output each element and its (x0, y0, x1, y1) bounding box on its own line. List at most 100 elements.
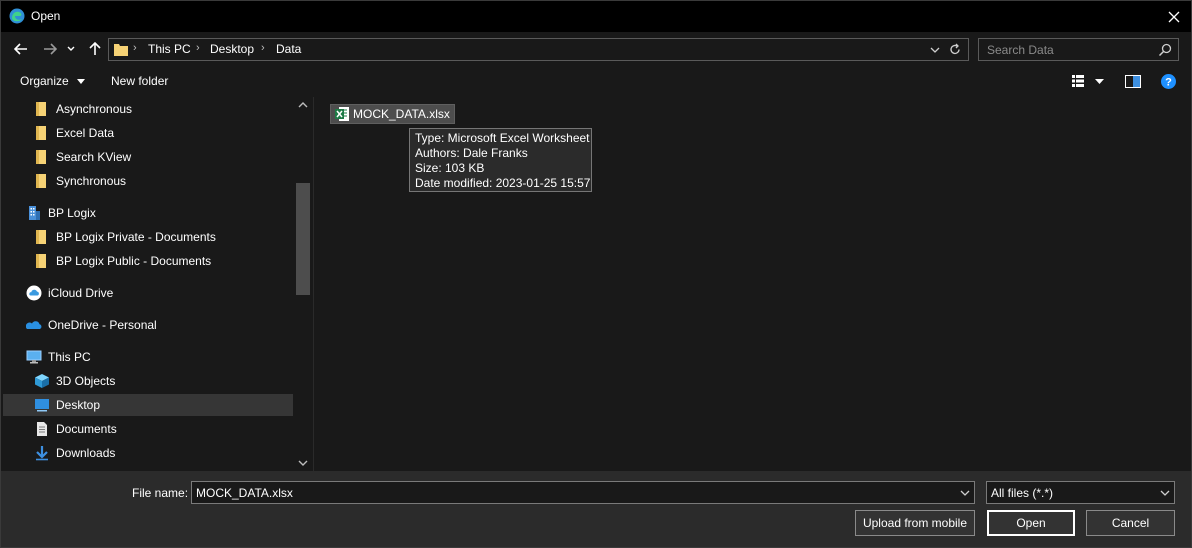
file-name-input[interactable]: MOCK_DATA.xlsx (191, 481, 975, 504)
nav-pane-scrollbar[interactable] (295, 97, 312, 471)
sidebar-item-label: This PC (48, 350, 91, 364)
breadcrumb-desktop[interactable]: Desktop (210, 42, 254, 56)
chevron-up-icon[interactable] (298, 101, 308, 109)
tooltip-size: Size: 103 KB (415, 161, 485, 175)
sidebar-item-onedrive[interactable]: OneDrive - Personal (26, 314, 157, 336)
window-title: Open (31, 9, 61, 23)
sidebar-item-this-pc[interactable]: This PC (26, 346, 91, 368)
breadcrumb-separator: › (261, 42, 265, 54)
sidebar-item-excel-data[interactable]: Excel Data (34, 122, 114, 144)
sidebar-item-desktop[interactable]: Desktop (3, 394, 293, 416)
sidebar-item-label: Synchronous (56, 174, 127, 188)
sidebar-item-label: Search KView (56, 150, 132, 164)
upload-from-mobile-button[interactable]: Upload from mobile (855, 510, 975, 536)
search-placeholder: Search Data (987, 43, 1054, 57)
close-icon (1168, 11, 1180, 22)
view-options-icon[interactable] (1071, 74, 1085, 88)
onedrive-icon (26, 321, 42, 329)
sidebar-item-3d-objects[interactable]: 3D Objects (34, 370, 115, 392)
document-icon (37, 422, 47, 436)
computer-icon (26, 350, 42, 364)
navigation-pane: Asynchronous Excel Data Search KView Syn… (1, 97, 312, 471)
command-bar: Organize New folder ? (1, 66, 1191, 97)
file-item[interactable]: MOCK_DATA.xlsx (330, 104, 455, 124)
sidebar-item-label: Documents (56, 422, 117, 436)
help-icon[interactable]: ? (1161, 74, 1176, 89)
sidebar-item-label: Desktop (56, 398, 101, 412)
folder-icon (114, 44, 128, 56)
chevron-down-icon (1160, 490, 1170, 496)
sidebar-item-documents[interactable]: Documents (34, 418, 117, 440)
sidebar-item-synchronous[interactable]: Synchronous (34, 170, 126, 192)
back-arrow-icon (14, 43, 27, 55)
tooltip-date-modified: Date modified: 2023-01-25 15:57 (415, 176, 591, 190)
file-name-value: MOCK_DATA.xlsx (196, 486, 293, 500)
file-name-label: File name: (132, 486, 189, 500)
chevron-down-icon[interactable] (960, 488, 970, 498)
sidebar-item-label: OneDrive - Personal (48, 318, 157, 332)
search-input[interactable]: Search Data (978, 38, 1179, 61)
chevron-down-icon[interactable] (928, 42, 942, 57)
close-button[interactable] (1157, 1, 1191, 32)
sidebar-item-asynchronous[interactable]: Asynchronous (34, 98, 132, 120)
file-name: MOCK_DATA.xlsx (353, 107, 450, 121)
sidebar-item-bp-logix[interactable]: BP Logix (26, 202, 96, 224)
sidebar-item-bp-logix-public[interactable]: BP Logix Public - Documents (34, 250, 211, 272)
cancel-button[interactable]: Cancel (1086, 510, 1175, 536)
excel-icon (335, 107, 349, 121)
folder-icon (36, 174, 46, 188)
desktop-icon (35, 399, 49, 412)
organize-label: Organize (20, 74, 69, 88)
sidebar-item-bp-logix-private[interactable]: BP Logix Private - Documents (34, 226, 216, 248)
tooltip-type: Type: Microsoft Excel Worksheet (415, 131, 590, 145)
refresh-icon[interactable] (948, 42, 962, 57)
address-bar[interactable]: › This PC › Desktop › Data (108, 38, 969, 61)
sidebar-item-label: BP Logix Public - Documents (56, 254, 212, 268)
sidebar-item-label: BP Logix Private - Documents (56, 230, 216, 244)
open-dialog: Open › This PC › Desktop › Data Search D… (0, 0, 1192, 548)
chevron-down-icon[interactable] (298, 459, 308, 467)
new-folder-button[interactable]: New folder (111, 74, 168, 88)
icloud-icon (26, 285, 42, 301)
breadcrumb-data[interactable]: Data (276, 42, 301, 56)
dialog-footer: File name: MOCK_DATA.xlsx All files (*.*… (1, 471, 1191, 547)
recent-locations-button[interactable] (64, 38, 78, 60)
folder-icon (36, 126, 46, 140)
folder-icon (36, 150, 46, 164)
sidebar-item-label: Asynchronous (56, 102, 133, 116)
forward-button[interactable] (39, 38, 61, 60)
file-tooltip: Type: Microsoft Excel Worksheet Authors:… (409, 128, 592, 192)
chevron-down-icon (67, 46, 75, 51)
search-icon (1158, 43, 1172, 57)
chevron-down-icon[interactable] (1095, 79, 1104, 84)
folder-icon (36, 230, 46, 244)
sidebar-item-label: Downloads (56, 446, 116, 460)
open-button[interactable]: Open (987, 510, 1075, 536)
organize-button[interactable]: Organize (20, 74, 86, 88)
back-button[interactable] (10, 38, 32, 60)
building-icon (29, 206, 40, 220)
up-button[interactable] (84, 38, 106, 60)
navigation-bar: › This PC › Desktop › Data Search Data (1, 32, 1191, 66)
sidebar-item-downloads[interactable]: Downloads (34, 442, 115, 464)
file-type-value: All files (*.*) (991, 486, 1054, 500)
svg-text:?: ? (1165, 77, 1172, 89)
edge-icon (9, 8, 25, 24)
sidebar-item-icloud-drive[interactable]: iCloud Drive (26, 282, 113, 304)
folder-icon (36, 102, 46, 116)
download-icon (36, 446, 48, 461)
sidebar-item-label: iCloud Drive (48, 286, 114, 300)
title-bar: Open (1, 1, 1191, 32)
preview-pane-icon[interactable] (1125, 75, 1141, 88)
file-type-filter[interactable]: All files (*.*) (986, 481, 1175, 504)
up-arrow-icon (89, 42, 101, 55)
file-list-pane: MOCK_DATA.xlsx Type: Microsoft Excel Wor… (313, 97, 1191, 471)
breadcrumb-this-pc[interactable]: This PC (148, 42, 191, 56)
chevron-down-icon (77, 79, 86, 85)
folder-icon (36, 254, 46, 268)
forward-arrow-icon (44, 43, 57, 55)
scrollbar-thumb[interactable] (296, 183, 310, 295)
sidebar-item-search-kview[interactable]: Search KView (34, 146, 131, 168)
breadcrumb-separator: › (133, 42, 137, 54)
sidebar-item-label: Excel Data (56, 126, 115, 140)
